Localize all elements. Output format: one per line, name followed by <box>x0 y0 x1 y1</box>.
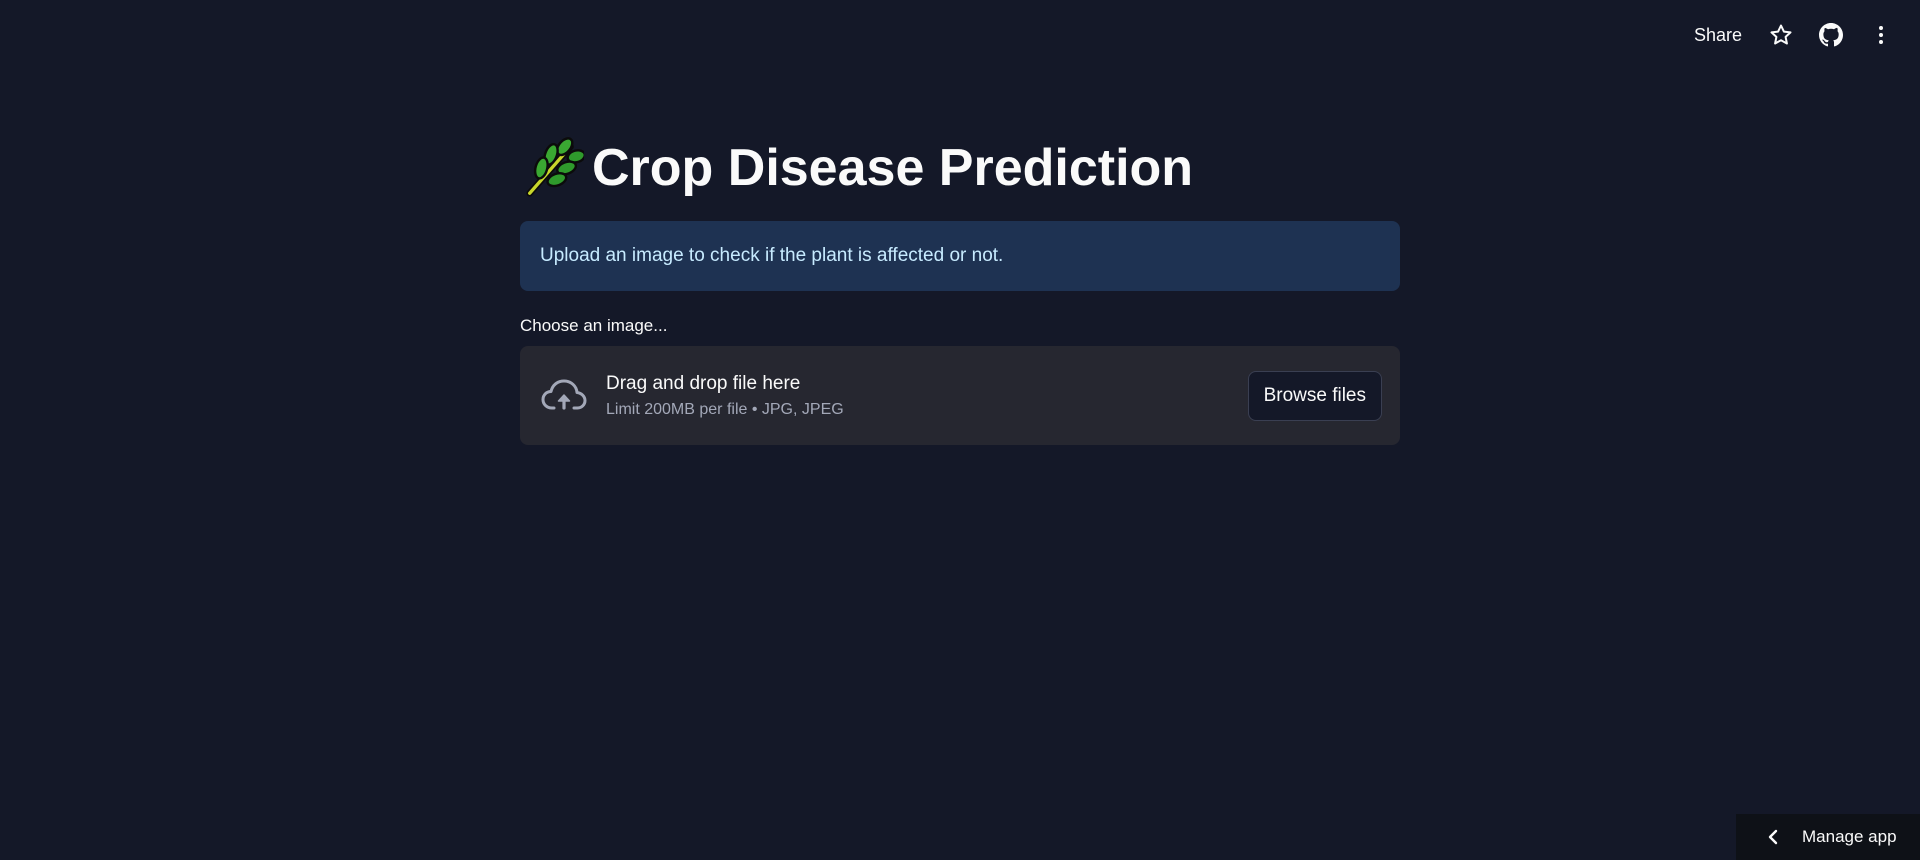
chevron-left-icon <box>1766 829 1780 845</box>
file-uploader-label: Choose an image... <box>520 316 668 335</box>
info-alert-text: Upload an image to check if the plant is… <box>540 245 1004 266</box>
main-content: Crop Disease Prediction Upload an image … <box>520 130 1400 445</box>
manage-app-label: Manage app <box>1802 827 1897 846</box>
star-icon[interactable] <box>1766 20 1796 50</box>
header-toolbar: Share <box>1690 16 1896 54</box>
dropzone-text: Drag and drop file here Limit 200MB per … <box>606 373 1248 419</box>
dropzone-title: Drag and drop file here <box>606 372 801 394</box>
page-title: Crop Disease Prediction <box>592 139 1194 197</box>
app-root: Share Crop Disease Prediction Upload an … <box>0 0 1920 860</box>
dropzone-limit: Limit 200MB per file • JPG, JPEG <box>606 400 844 418</box>
page-title-row: Crop Disease Prediction <box>520 130 1400 206</box>
browse-files-button[interactable]: Browse files <box>1247 370 1382 421</box>
herb-icon <box>526 137 584 197</box>
manage-app-button[interactable]: Manage app <box>1736 814 1920 860</box>
more-vertical-icon[interactable] <box>1866 20 1896 50</box>
info-alert: Upload an image to check if the plant is… <box>520 221 1400 291</box>
file-dropzone[interactable]: Drag and drop file here Limit 200MB per … <box>520 346 1400 445</box>
github-icon[interactable] <box>1816 20 1846 50</box>
share-button[interactable]: Share <box>1690 25 1746 46</box>
cloud-upload-icon <box>541 379 587 410</box>
